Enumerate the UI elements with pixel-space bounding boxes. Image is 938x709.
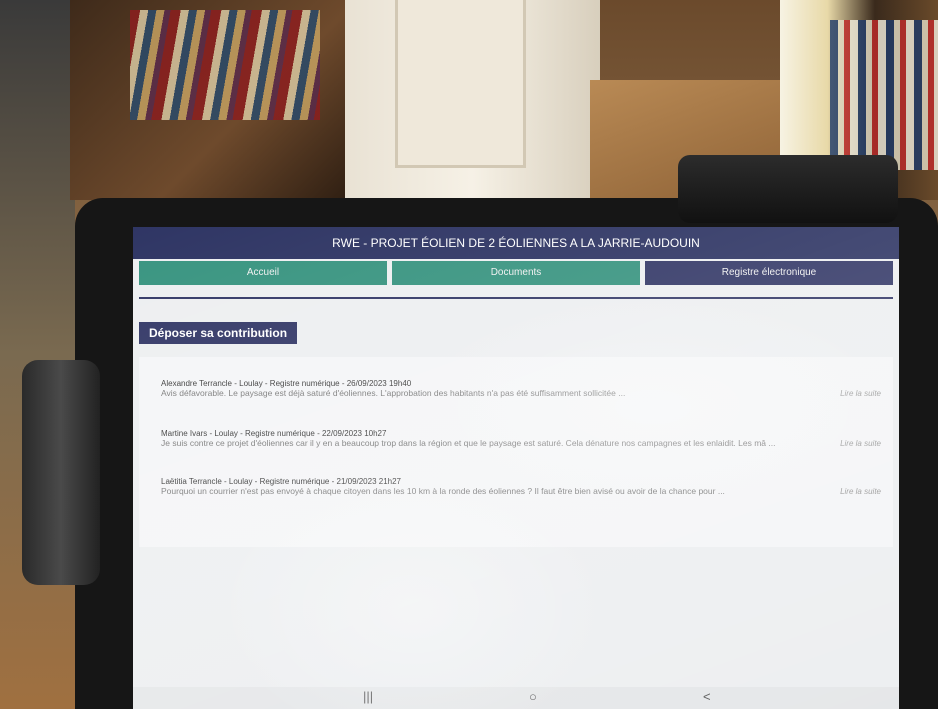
read-more-link[interactable]: Lire la suite <box>840 439 881 448</box>
tab-registre-electronique[interactable]: Registre électronique <box>645 261 893 285</box>
tab-accueil[interactable]: Accueil <box>139 261 387 285</box>
contribution-excerpt: Pourquoi un courrier n'est pas envoyé à … <box>161 486 725 496</box>
contribution-header: Alexandre Terrancle - Loulay - Registre … <box>161 379 412 388</box>
books-right <box>830 20 938 170</box>
contribution-excerpt: Avis défavorable. Le paysage est déjà sa… <box>161 388 626 398</box>
books-left <box>130 10 320 120</box>
list-item[interactable]: Martine Ivars - Loulay - Registre numéri… <box>161 429 881 448</box>
list-item[interactable]: Alexandre Terrancle - Loulay - Registre … <box>161 379 881 398</box>
recents-icon[interactable]: ||| <box>363 689 373 704</box>
list-item[interactable]: Laëtitia Terrancle - Loulay - Registre n… <box>161 477 881 496</box>
wall <box>0 0 75 709</box>
main-nav: Accueil Documents Registre électronique <box>139 261 893 285</box>
home-icon[interactable]: ○ <box>529 689 537 704</box>
contribution-excerpt: Je suis contre ce projet d'éoliennes car… <box>161 438 776 448</box>
app-title: RWE - PROJET ÉOLIEN DE 2 ÉOLIENNES A LA … <box>133 227 899 259</box>
deposit-contribution-button[interactable]: Déposer sa contribution <box>139 322 298 344</box>
android-nav-bar: ||| ○ < <box>133 687 899 709</box>
tablet-screen: RWE - PROJET ÉOLIEN DE 2 ÉOLIENNES A LA … <box>133 227 899 709</box>
tablet-clamp-left <box>22 360 100 585</box>
read-more-link[interactable]: Lire la suite <box>840 487 881 496</box>
contributions-list: Alexandre Terrancle - Loulay - Registre … <box>139 357 893 547</box>
door-panel <box>395 0 526 168</box>
contribution-header: Martine Ivars - Loulay - Registre numéri… <box>161 429 387 438</box>
tablet-clamp-top <box>678 155 898 223</box>
contribution-header: Laëtitia Terrancle - Loulay - Registre n… <box>161 477 401 486</box>
divider <box>139 297 893 299</box>
tab-documents[interactable]: Documents <box>392 261 640 285</box>
back-icon[interactable]: < <box>703 689 711 704</box>
read-more-link[interactable]: Lire la suite <box>840 389 881 398</box>
